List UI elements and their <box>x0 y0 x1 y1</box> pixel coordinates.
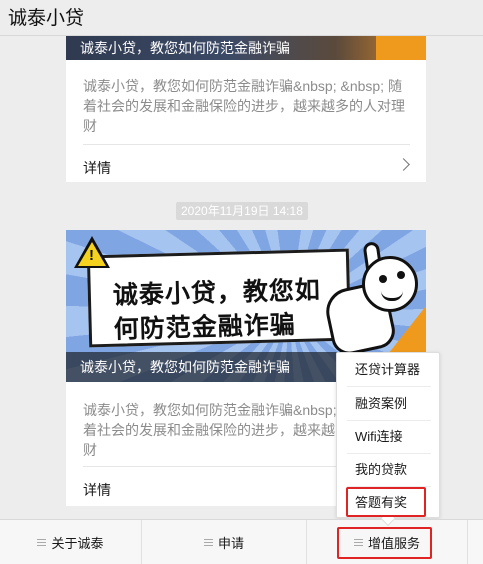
article-description: 诚泰小贷，教您如何防范金融诈骗&nbsp; &nbsp; 随着社会的发展和金融保… <box>83 78 405 134</box>
banner-orange-corner <box>376 36 426 60</box>
article-card[interactable]: 诚泰小贷，教您如何防范金融诈骗 诚泰小贷，教您如何防范金融诈骗&nbsp; &n… <box>66 36 426 182</box>
article-image[interactable]: 诚泰小贷，教您如何防范金融诈骗 <box>66 36 426 60</box>
timestamp: 2020年11月19日 14:18 <box>176 202 308 220</box>
chevron-right-icon <box>397 158 410 171</box>
tab-label: 申请 <box>217 536 244 551</box>
highlight-box <box>337 527 432 559</box>
highlight-box <box>346 487 426 517</box>
title-bar: 诚泰小贷 <box>0 0 483 36</box>
tab-divider <box>467 520 468 564</box>
menu-icon <box>37 539 47 546</box>
mascot-face <box>362 256 418 312</box>
mascot-eye <box>397 271 405 279</box>
exclamation-icon: ! <box>89 247 94 264</box>
tab-apply[interactable]: 申请 <box>142 520 306 564</box>
banner-headline-board: 诚泰小贷，教您如 何防范金融诈骗 <box>86 248 352 348</box>
detail-label: 详情 <box>83 160 111 176</box>
menu-item-wifi[interactable]: Wifi连接 <box>337 420 439 453</box>
mascot-mouth <box>381 291 403 301</box>
divider <box>83 144 410 145</box>
tab-about[interactable]: 关于诚泰 <box>0 520 141 564</box>
page-title: 诚泰小贷 <box>8 8 85 29</box>
mascot-eye <box>379 275 387 283</box>
image-caption: 诚泰小贷，教您如何防范金融诈骗 <box>80 359 290 375</box>
detail-link[interactable]: 详情 <box>83 148 410 184</box>
menu-item-my-loans[interactable]: 我的贷款 <box>337 453 439 486</box>
banner-headline-line2: 何防范金融诈骗 <box>113 311 297 344</box>
image-caption: 诚泰小贷，教您如何防范金融诈骗 <box>80 40 290 56</box>
menu-item-financing-cases[interactable]: 融资案例 <box>337 387 439 420</box>
tab-label: 关于诚泰 <box>51 536 104 551</box>
menu-icon <box>203 539 213 546</box>
detail-label: 详情 <box>83 482 111 498</box>
menu-item-loan-calculator[interactable]: 还贷计算器 <box>337 353 439 386</box>
